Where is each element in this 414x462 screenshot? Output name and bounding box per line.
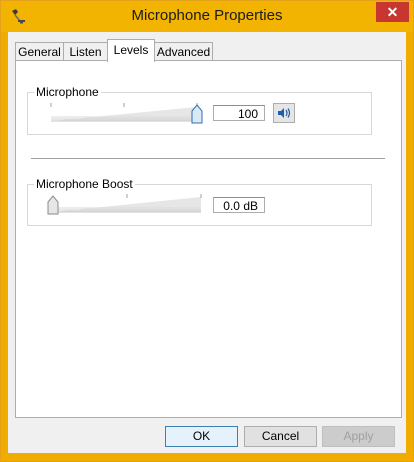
speaker-icon: [278, 108, 291, 118]
levels-panel: Microphone 100 Microphone Boost 0.0 dB: [15, 60, 402, 418]
boost-slider[interactable]: [45, 194, 205, 216]
tab-advanced[interactable]: Advanced: [154, 42, 213, 61]
cancel-button[interactable]: Cancel: [244, 426, 317, 447]
section-divider: [31, 158, 385, 159]
dialog-client: General Listen Levels Advanced Microphon…: [8, 32, 406, 453]
dialog-window: Microphone Properties ✕ General Listen L…: [0, 0, 414, 462]
window-title: Microphone Properties: [131, 7, 283, 24]
microphone-mute-button[interactable]: [273, 103, 295, 123]
tab-general[interactable]: General: [15, 42, 64, 61]
boost-group: Microphone Boost 0.0 dB: [27, 177, 372, 226]
boost-level-field[interactable]: 0.0 dB: [213, 197, 265, 213]
title-bar[interactable]: Microphone Properties ✕: [1, 1, 413, 32]
microphone-slider[interactable]: [49, 103, 209, 125]
boost-slider-thumb[interactable]: [47, 195, 59, 215]
close-button[interactable]: ✕: [376, 2, 409, 22]
apply-button[interactable]: Apply: [322, 426, 395, 447]
close-icon: ✕: [386, 4, 399, 20]
boost-label: Microphone Boost: [34, 177, 135, 191]
microphone-level-field[interactable]: 100: [213, 105, 265, 121]
microphone-group: Microphone 100: [27, 85, 372, 135]
tab-listen[interactable]: Listen: [63, 42, 108, 61]
ok-button[interactable]: OK: [165, 426, 238, 447]
microphone-label: Microphone: [34, 85, 101, 99]
tab-levels[interactable]: Levels: [107, 39, 155, 62]
